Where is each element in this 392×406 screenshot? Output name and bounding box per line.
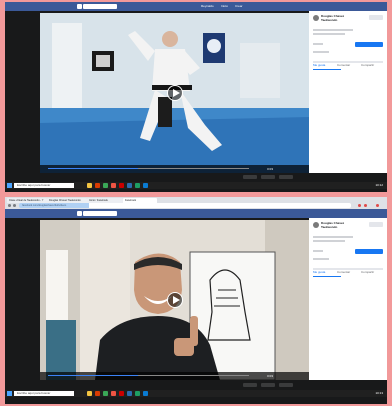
page-name[interactable]: Douglas Chavez Taekwondo xyxy=(321,14,361,22)
video-progress-fill xyxy=(48,375,139,376)
taskbar-search-input[interactable]: Escribe aquí para buscar xyxy=(14,183,74,188)
video-time: 0:03 xyxy=(267,374,273,378)
follow-button[interactable] xyxy=(369,15,383,20)
taskbar-clock: 10:13 xyxy=(375,391,383,395)
screenshot-top: Reynaldo Inicio Crear 0:03 Douglas Chave… xyxy=(5,2,387,192)
chrome-icon[interactable] xyxy=(103,183,108,188)
app-icon[interactable] xyxy=(111,183,116,188)
video-time: 0:03 xyxy=(267,167,273,171)
video-progress-track[interactable] xyxy=(48,168,249,169)
active-tab-indicator xyxy=(313,69,341,70)
post-caption xyxy=(313,240,345,242)
video-progress-fill xyxy=(48,168,139,169)
windows-start-icon[interactable] xyxy=(7,391,12,396)
tab-share[interactable]: Compartir xyxy=(361,270,374,274)
nav-home[interactable]: Inicio xyxy=(221,4,228,9)
footer-button-b[interactable] xyxy=(261,383,275,387)
app-icon[interactable] xyxy=(135,183,140,188)
extension-icon[interactable] xyxy=(364,204,367,207)
video-controls: 0:03 xyxy=(40,372,309,380)
video-controls: 0:03 xyxy=(40,165,309,173)
reload-icon[interactable] xyxy=(13,204,16,207)
back-icon[interactable] xyxy=(8,204,11,207)
comment-count xyxy=(313,51,329,53)
video-player[interactable]: 0:03 xyxy=(40,13,309,173)
footer-button-a[interactable] xyxy=(243,383,257,387)
video-play-button[interactable] xyxy=(166,85,183,101)
app-icon[interactable] xyxy=(127,391,132,396)
browser-tab-strip: Clase virtual de Taekwondo - Y Douglas C… xyxy=(5,197,387,209)
app-icon[interactable] xyxy=(111,391,116,396)
taskbar-clock: 10:12 xyxy=(375,183,383,187)
comment-count xyxy=(313,258,329,260)
office-icon[interactable] xyxy=(95,391,100,396)
reaction-count xyxy=(313,43,323,45)
footer-button-a[interactable] xyxy=(243,175,257,179)
app-icon[interactable] xyxy=(119,391,124,396)
follow-button[interactable] xyxy=(369,222,383,227)
page-avatar[interactable] xyxy=(313,222,319,228)
tab-share[interactable]: Compartir xyxy=(361,63,374,67)
tab-like[interactable]: Me gusta xyxy=(313,270,325,274)
share-post-button[interactable] xyxy=(355,249,383,254)
footer-button-b[interactable] xyxy=(261,175,275,179)
post-date xyxy=(313,29,353,31)
active-tab-indicator xyxy=(313,276,341,277)
video-play-button[interactable] xyxy=(166,292,183,308)
post-date xyxy=(313,236,353,238)
facebook-header: Reynaldo Inicio Crear xyxy=(5,2,387,11)
page-name[interactable]: Douglas Chavez Taekwondo xyxy=(321,221,361,229)
footer-button-c[interactable] xyxy=(279,175,293,179)
tab-comment[interactable]: Comentar xyxy=(337,270,350,274)
address-bar[interactable]: facebook.com/douglaschaveztkd/videos xyxy=(19,203,351,208)
facebook-logo[interactable] xyxy=(77,4,82,9)
share-post-button[interactable] xyxy=(355,42,383,47)
post-caption xyxy=(313,33,345,35)
app-icon[interactable] xyxy=(143,391,148,396)
chrome-icon[interactable] xyxy=(103,391,108,396)
video-progress-track[interactable] xyxy=(48,375,249,376)
video-footer xyxy=(5,380,387,390)
office-icon[interactable] xyxy=(95,183,100,188)
file-explorer-icon[interactable] xyxy=(87,391,92,396)
facebook-header xyxy=(5,209,387,218)
post-side-panel: Douglas Chavez Taekwondo Me gusta Coment… xyxy=(309,11,387,175)
facebook-logo[interactable] xyxy=(77,211,82,216)
video-player[interactable]: 0:03 xyxy=(40,220,309,380)
tab-comment[interactable]: Comentar xyxy=(337,63,350,67)
screenshot-bottom: Clase virtual de Taekwondo - Y Douglas C… xyxy=(5,197,387,404)
app-icon[interactable] xyxy=(143,183,148,188)
nav-create[interactable]: Crear xyxy=(235,4,243,9)
post-side-panel: Douglas Chavez Taekwondo Me gusta Coment… xyxy=(309,218,387,382)
tab-like[interactable]: Me gusta xyxy=(313,63,325,67)
extension-icon[interactable] xyxy=(358,204,361,207)
video-footer xyxy=(5,173,387,182)
app-icon[interactable] xyxy=(127,183,132,188)
page-avatar[interactable] xyxy=(313,15,319,21)
file-explorer-icon[interactable] xyxy=(87,183,92,188)
taskbar-search-input[interactable]: Escribe aquí para buscar xyxy=(14,391,74,396)
app-icon[interactable] xyxy=(135,391,140,396)
facebook-search-input[interactable] xyxy=(83,4,117,9)
footer-button-c[interactable] xyxy=(279,383,293,387)
facebook-search-input[interactable] xyxy=(83,211,117,216)
windows-taskbar: Escribe aquí para buscar 10:12 xyxy=(5,182,387,189)
windows-taskbar: Escribe aquí para buscar 10:13 xyxy=(5,390,387,397)
reaction-count xyxy=(313,250,323,252)
windows-start-icon[interactable] xyxy=(7,183,12,188)
app-icon[interactable] xyxy=(119,183,124,188)
nav-profile[interactable]: Reynaldo xyxy=(201,4,214,9)
profile-icon[interactable] xyxy=(376,204,379,207)
